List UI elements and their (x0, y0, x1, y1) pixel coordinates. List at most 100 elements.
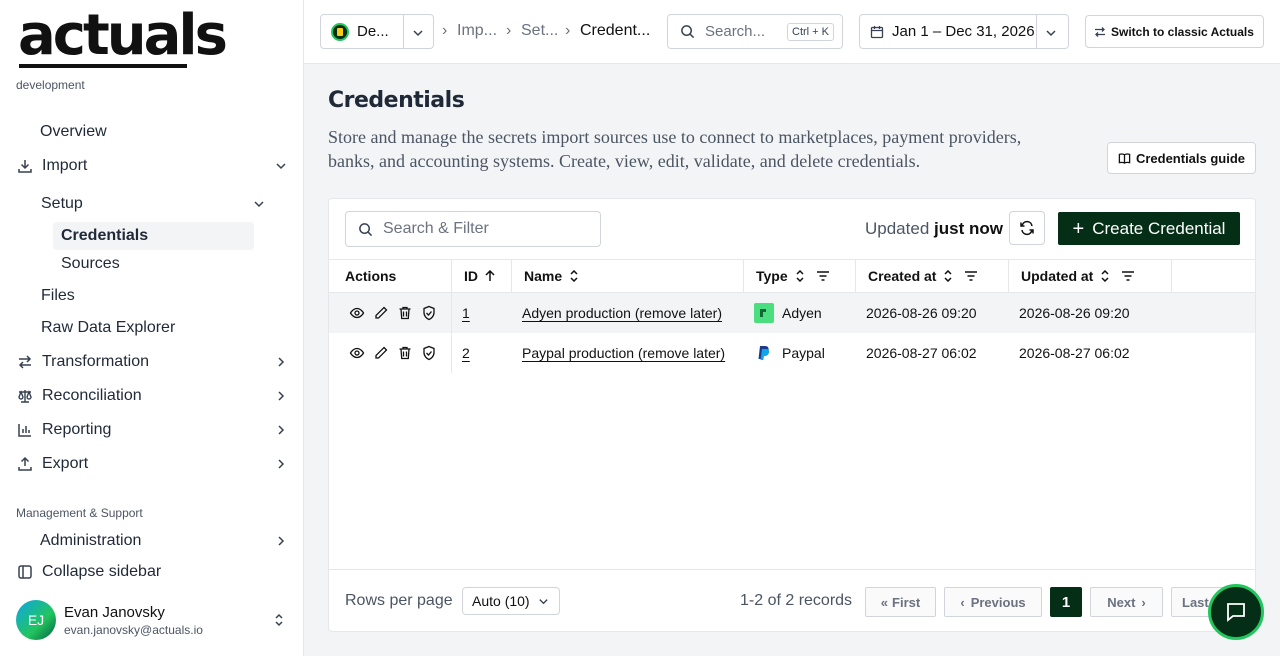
chevron-up-down-icon[interactable] (272, 613, 286, 632)
rows-per-page-label: Rows per page (345, 592, 453, 609)
breadcrumb-separator: › (442, 22, 448, 39)
first-page-label: First (892, 594, 921, 610)
validate-shield-icon[interactable] (421, 345, 437, 361)
sort-icon[interactable] (1099, 270, 1111, 282)
paypal-icon (754, 343, 774, 363)
workspace-selector[interactable]: De... (320, 14, 434, 49)
plus-icon: + (1072, 217, 1085, 240)
nav-import[interactable]: Import (16, 152, 304, 180)
nav-transformation[interactable]: Transformation (16, 348, 304, 376)
row-type: Paypal (754, 333, 825, 373)
scale-icon (16, 387, 34, 405)
collapse-sidebar-button[interactable]: Collapse sidebar (16, 558, 161, 586)
book-icon (1118, 152, 1131, 165)
user-menu[interactable]: EJ Evan Janovsky evan.janovsky@actuals.i… (16, 600, 203, 640)
logo[interactable]: actuals (18, 6, 228, 66)
delete-icon[interactable] (397, 345, 413, 361)
view-icon[interactable] (349, 305, 365, 321)
nav-administration[interactable]: Administration (16, 530, 304, 552)
breadcrumb-setup[interactable]: Set... (521, 22, 558, 40)
search-input[interactable]: Search... (705, 23, 765, 40)
nav-credentials[interactable]: Credentials (53, 222, 254, 250)
transform-icon (16, 353, 34, 371)
edit-icon[interactable] (373, 305, 389, 321)
chat-icon (1224, 600, 1248, 624)
next-page-button[interactable]: Next › (1090, 587, 1163, 617)
chevron-down-icon (412, 26, 424, 43)
nav-files[interactable]: Files (41, 282, 75, 310)
table-row[interactable]: 2 Paypal production (remove later) Paypa… (329, 333, 1255, 373)
column-type-label: Type (756, 268, 788, 284)
shortcut-hint: Ctrl + K (787, 22, 834, 41)
filter-icon[interactable] (1121, 270, 1135, 282)
column-id[interactable]: ID (452, 260, 512, 292)
nav-reporting[interactable]: Reporting (16, 416, 304, 444)
column-name[interactable]: Name (512, 260, 744, 292)
chevron-right-icon (274, 389, 288, 403)
column-created-at[interactable]: Created at (856, 260, 1009, 292)
chevron-right-icon: › (1141, 594, 1146, 610)
chat-launcher-button[interactable] (1208, 584, 1264, 640)
chevron-right-icon (274, 534, 288, 548)
nav-raw-data-explorer[interactable]: Raw Data Explorer (41, 314, 175, 342)
table-row[interactable]: 1 Adyen production (remove later) Adyen … (329, 293, 1255, 333)
import-icon (16, 157, 34, 175)
column-updated-at[interactable]: Updated at (1009, 260, 1172, 292)
credentials-guide-button[interactable]: Credentials guide (1107, 142, 1256, 174)
create-credential-button[interactable]: + Create Credential (1058, 212, 1240, 245)
filter-icon[interactable] (964, 270, 978, 282)
sort-ascending-icon[interactable] (484, 270, 496, 282)
first-page-button[interactable]: « First (865, 587, 936, 617)
filter-icon[interactable] (816, 270, 830, 282)
records-count: 1-2 of 2 records (740, 592, 853, 609)
row-id[interactable]: 1 (462, 293, 470, 333)
chevron-right-icon (274, 457, 288, 471)
chevron-down-icon (1045, 26, 1057, 43)
refresh-button[interactable] (1009, 211, 1045, 245)
export-icon (16, 455, 34, 473)
delete-icon[interactable] (397, 305, 413, 321)
collapse-sidebar-label: Collapse sidebar (42, 563, 162, 580)
date-range-picker[interactable]: Jan 1 – Dec 31, 2026 (859, 14, 1069, 49)
nav-setup[interactable]: Setup (41, 190, 288, 218)
column-actions-label: Actions (345, 268, 397, 284)
current-page-button[interactable]: 1 (1050, 587, 1082, 617)
nav-overview[interactable]: Overview (16, 118, 107, 146)
validate-shield-icon[interactable] (421, 305, 437, 321)
workspace-name: De... (357, 23, 389, 40)
global-search[interactable]: Search... Ctrl + K (667, 14, 843, 49)
nav-administration-label: Administration (40, 532, 142, 549)
avatar: EJ (16, 600, 56, 640)
row-id[interactable]: 2 (462, 333, 470, 373)
environment-label: development (16, 78, 85, 92)
nav-sources[interactable]: Sources (61, 250, 120, 278)
swap-icon (1094, 26, 1106, 38)
column-updated-at-label: Updated at (1021, 268, 1094, 284)
view-icon[interactable] (349, 345, 365, 361)
logo-underline (19, 64, 187, 68)
edit-icon[interactable] (373, 345, 389, 361)
breadcrumb-import[interactable]: Imp... (457, 22, 497, 40)
nav-export[interactable]: Export (16, 450, 304, 478)
column-type[interactable]: Type (744, 260, 856, 292)
user-email: evan.janovsky@actuals.io (64, 622, 203, 637)
nav-credentials-label: Credentials (61, 227, 149, 244)
chevron-down-icon (274, 159, 288, 173)
workspace-icon (331, 22, 349, 41)
date-range-value: Jan 1 – Dec 31, 2026 (892, 23, 1035, 40)
nav-reconciliation[interactable]: Reconciliation (16, 382, 304, 410)
nav-reporting-label: Reporting (42, 421, 112, 438)
updated-prefix: Updated (865, 219, 930, 238)
row-name[interactable]: Adyen production (remove later) (522, 293, 722, 333)
row-type-label: Paypal (782, 345, 825, 361)
chevron-down-icon (252, 197, 266, 211)
table-search-input[interactable]: Search & Filter (345, 211, 601, 247)
sort-icon[interactable] (568, 270, 580, 282)
row-name[interactable]: Paypal production (remove later) (522, 333, 725, 373)
previous-page-button[interactable]: ‹ Previous (944, 587, 1042, 617)
switch-classic-button[interactable]: Switch to classic Actuals (1085, 15, 1264, 48)
sort-icon[interactable] (942, 270, 954, 282)
sort-icon[interactable] (794, 270, 806, 282)
rows-per-page-select[interactable]: Auto (10) (462, 587, 560, 615)
sidebar-panel-icon (16, 563, 34, 581)
